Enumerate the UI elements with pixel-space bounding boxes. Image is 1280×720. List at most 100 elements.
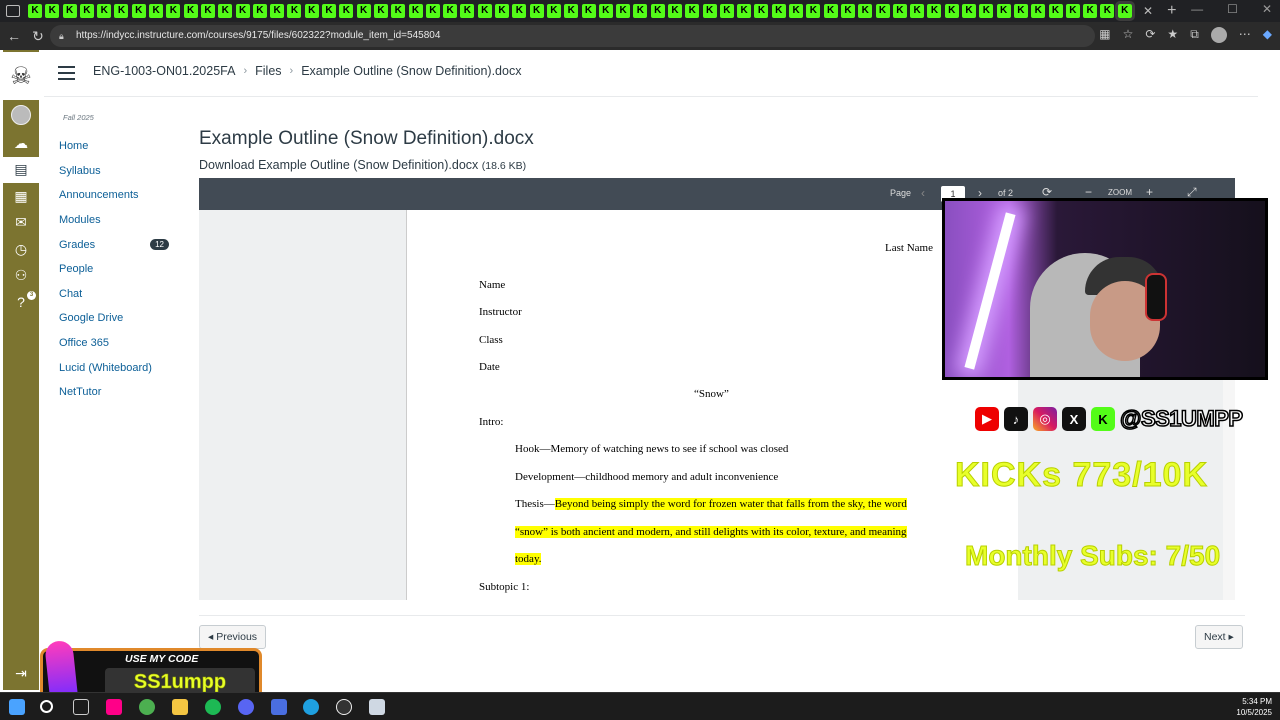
course-nav-item[interactable]: People	[59, 257, 169, 282]
browser-tab[interactable]: K	[771, 4, 786, 18]
next-button[interactable]: Next ▸	[1195, 625, 1243, 649]
browser-tab[interactable]: K	[477, 4, 492, 18]
browser-tab[interactable]: K	[616, 4, 631, 18]
chrome-icon[interactable]	[139, 699, 155, 715]
browser-tab[interactable]: K	[131, 4, 146, 18]
course-nav-item[interactable]: Announcements	[59, 183, 169, 208]
download-link[interactable]: Download Example Outline (Snow Definitio…	[199, 158, 478, 172]
browser-tab[interactable]: K	[944, 4, 959, 18]
browser-tab[interactable]: K	[45, 4, 60, 18]
browser-tab[interactable]: K	[1114, 1, 1135, 21]
edge-icon[interactable]	[303, 699, 319, 715]
browser-tab[interactable]: K	[235, 4, 250, 18]
browser-tab[interactable]: K	[166, 4, 181, 18]
browser-tab[interactable]: K	[391, 4, 406, 18]
refresh-icon[interactable]: ↻	[26, 28, 50, 45]
course-nav-item[interactable]: NetTutor	[59, 380, 169, 405]
extension-icon[interactable]: ⟳	[1145, 27, 1155, 43]
zoom-out-icon[interactable]: −	[1085, 185, 1092, 199]
app-icon[interactable]	[271, 699, 287, 715]
favorite-star-icon[interactable]: ☆	[1123, 27, 1134, 43]
breadcrumb-files[interactable]: Files	[255, 64, 281, 78]
browser-tab[interactable]: K	[806, 4, 821, 18]
studio-nav[interactable]: ⚇	[3, 263, 39, 290]
obs-icon[interactable]	[336, 699, 352, 715]
browser-tab[interactable]: K	[633, 4, 648, 18]
course-nav-item[interactable]: Google Drive	[59, 306, 169, 331]
browser-tab[interactable]: K	[685, 4, 700, 18]
browser-tab[interactable]: K	[62, 4, 77, 18]
browser-menu-icon[interactable]	[6, 5, 20, 17]
browser-tab[interactable]: K	[28, 4, 42, 18]
browser-tab[interactable]: K	[495, 4, 510, 18]
browser-tab[interactable]: K	[892, 4, 907, 18]
calendar-nav[interactable]: ▦	[3, 183, 39, 210]
prev-page-icon[interactable]: ‹	[921, 186, 925, 200]
favorites-icon[interactable]: ★	[1167, 27, 1178, 43]
course-nav-item[interactable]: Syllabus	[59, 159, 169, 184]
notepad-icon[interactable]	[369, 699, 385, 715]
spotify-icon[interactable]	[205, 699, 221, 715]
browser-tab[interactable]: K	[650, 4, 665, 18]
browser-tab[interactable]: K	[114, 4, 129, 18]
browser-tab[interactable]: K	[840, 4, 855, 18]
browser-tab[interactable]: K	[373, 4, 388, 18]
browser-tab[interactable]: K	[996, 4, 1011, 18]
course-menu-toggle[interactable]	[58, 66, 75, 84]
browser-tab[interactable]: K	[97, 4, 112, 18]
courses-nav[interactable]: ▤	[3, 156, 39, 183]
inbox-nav[interactable]: ✉︎	[3, 210, 39, 237]
close-tab-icon[interactable]: ✕	[1143, 4, 1153, 18]
browser-tab[interactable]: K	[183, 4, 198, 18]
discord-icon[interactable]	[238, 699, 254, 715]
browser-tab[interactable]: K	[322, 4, 337, 18]
browser-tab[interactable]: K	[270, 4, 285, 18]
browser-tab[interactable]: K	[460, 4, 475, 18]
course-nav-item[interactable]: Office 365	[59, 331, 169, 356]
profile-avatar[interactable]	[1210, 27, 1227, 43]
course-nav-item[interactable]: Lucid (Whiteboard)	[59, 355, 169, 380]
browser-tab[interactable]: K	[546, 4, 561, 18]
file-explorer-icon[interactable]	[172, 699, 188, 715]
browser-tab[interactable]: K	[200, 4, 215, 18]
course-nav-item[interactable]: Modules	[59, 208, 169, 233]
browser-tab[interactable]: K	[823, 4, 838, 18]
collapse-nav-icon[interactable]: ⇥	[3, 665, 39, 682]
browser-tab[interactable]: K	[1013, 4, 1028, 18]
collections-icon[interactable]: ⧉	[1190, 27, 1199, 43]
browser-tab[interactable]: K	[910, 4, 925, 18]
browser-tab[interactable]: K	[218, 4, 233, 18]
browser-tab[interactable]: K	[512, 4, 527, 18]
course-nav-item[interactable]: Grades 12	[59, 232, 169, 257]
school-logo[interactable]: ☠︎	[3, 52, 39, 100]
help-nav[interactable]: ? 3	[3, 289, 39, 316]
browser-tab[interactable]: K	[287, 4, 302, 18]
browser-tab[interactable]: K	[754, 4, 769, 18]
app-icon[interactable]	[106, 699, 122, 715]
previous-button[interactable]: ◂ Previous	[199, 625, 267, 649]
browser-tab[interactable]: K	[667, 4, 682, 18]
search-icon[interactable]	[40, 700, 53, 713]
browser-tab[interactable]: K	[1083, 4, 1098, 18]
browser-tab[interactable]: K	[737, 4, 752, 18]
close-window-icon[interactable]: ✕	[1262, 2, 1272, 16]
start-icon[interactable]	[9, 699, 25, 715]
browser-tab[interactable]: K	[149, 4, 164, 18]
zoom-in-icon[interactable]: +	[1146, 185, 1153, 199]
browser-tab[interactable]: K	[719, 4, 734, 18]
browser-tab[interactable]: K	[339, 4, 354, 18]
apps-icon[interactable]: ▦	[1099, 27, 1110, 43]
browser-tab[interactable]: K	[979, 4, 994, 18]
browser-tab[interactable]: K	[789, 4, 804, 18]
browser-tab[interactable]: K	[529, 4, 544, 18]
url-field[interactable]: 🔒︎ https://indycc.instructure.com/course…	[50, 25, 1095, 47]
maximize-icon[interactable]: ☐	[1227, 2, 1238, 16]
breadcrumb-course[interactable]: ENG-1003-ON01.2025FA	[93, 64, 235, 78]
browser-tab[interactable]: K	[425, 4, 440, 18]
more-menu-icon[interactable]: ⋯	[1239, 27, 1251, 43]
browser-tab[interactable]: K	[702, 4, 717, 18]
browser-tab[interactable]: K	[408, 4, 423, 18]
browser-tab[interactable]: K	[356, 4, 371, 18]
copilot-icon[interactable]: ◆	[1263, 27, 1272, 43]
browser-tab[interactable]: K	[1031, 4, 1046, 18]
